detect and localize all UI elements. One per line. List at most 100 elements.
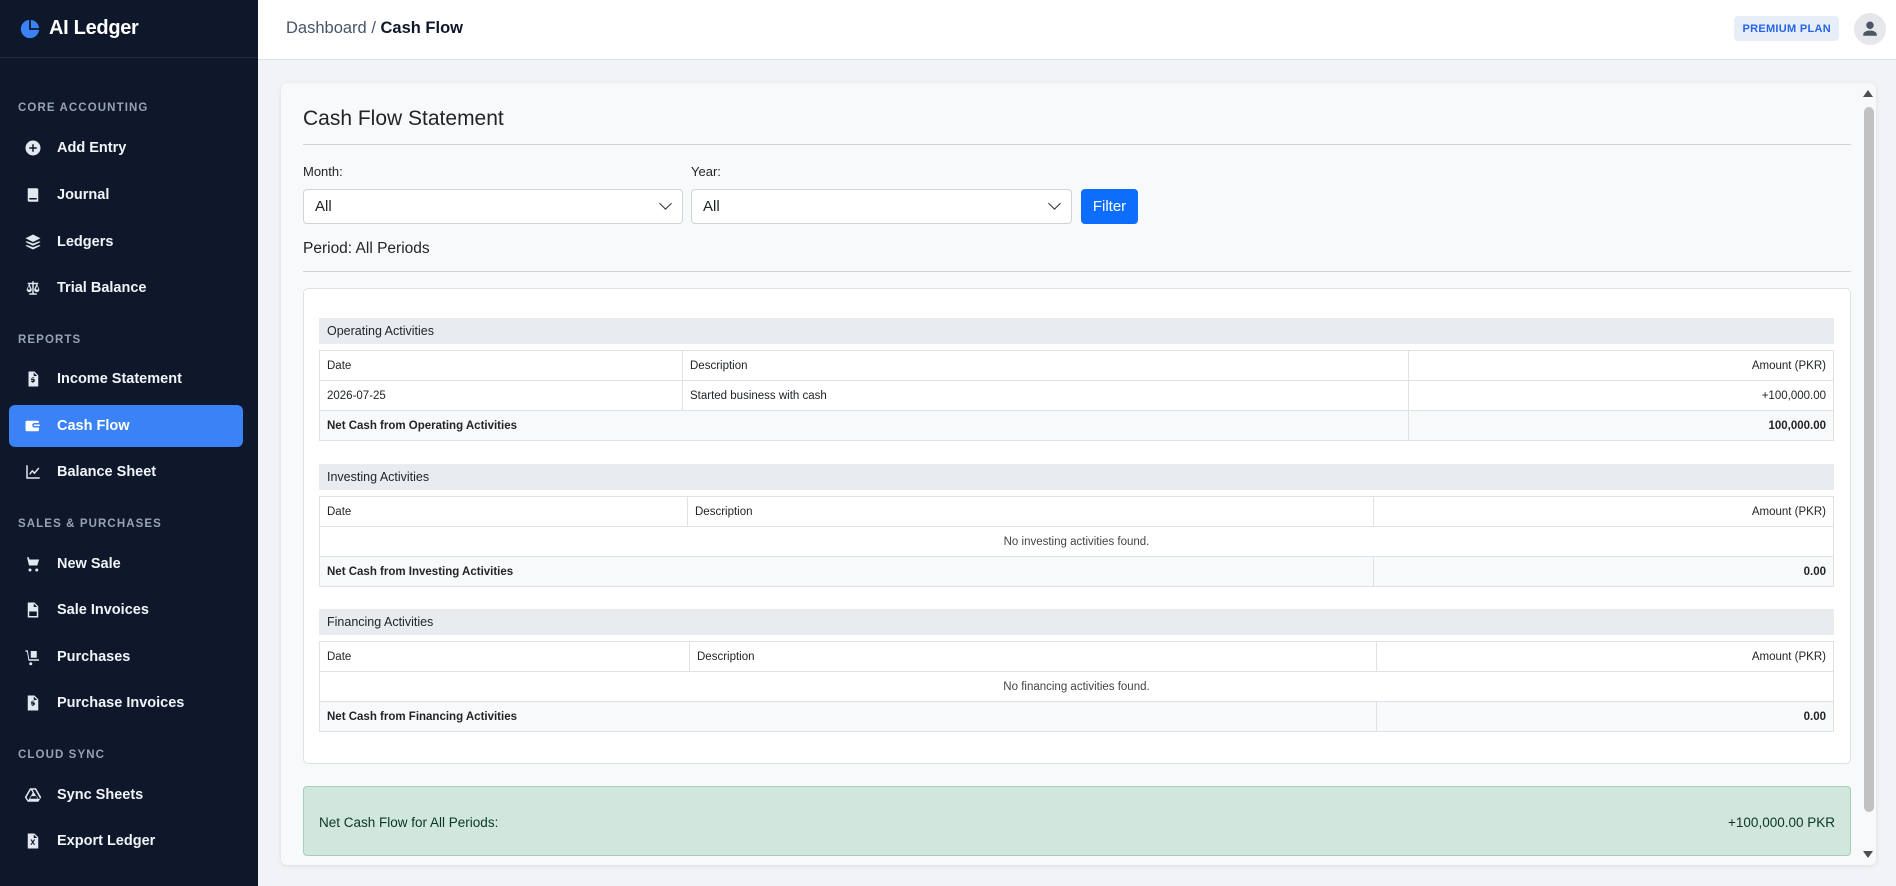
scroll-up-icon[interactable] (1863, 90, 1873, 97)
sidebar-item-label: Add Entry (57, 140, 127, 156)
operating-activities-heading: Operating Activities (319, 318, 1834, 344)
brand[interactable]: AI Ledger (0, 0, 258, 58)
column-header-amount: Amount (PKR) (1376, 641, 1834, 672)
year-label: Year: (691, 164, 721, 179)
sidebar-item-purchases[interactable]: Purchases (9, 636, 243, 678)
scrollbar[interactable] (1862, 83, 1876, 865)
file-excel-icon (24, 832, 42, 850)
financing-activities-table: Date Description Amount (PKR) No financi… (319, 641, 1834, 732)
chevron-down-icon (659, 197, 672, 210)
sidebar-item-purchase-invoices[interactable]: Purchase Invoices (9, 682, 243, 724)
sidebar-item-sale-invoices[interactable]: Sale Invoices (9, 589, 243, 631)
table-header-row: Date Description Amount (PKR) (319, 641, 1834, 672)
column-header-description: Description (689, 641, 1377, 672)
cart-icon (24, 555, 42, 573)
column-header-amount: Amount (PKR) (1408, 350, 1834, 381)
breadcrumb-root[interactable]: Dashboard (286, 19, 367, 37)
sidebar: AI Ledger CORE ACCOUNTING Add Entry Jour… (0, 0, 258, 886)
breadcrumb: Dashboard / Cash Flow (286, 19, 463, 38)
total-value: 0.00 (1376, 701, 1834, 732)
divider (303, 271, 1851, 272)
section-reports: REPORTS (18, 334, 82, 346)
breadcrumb-current: Cash Flow (380, 19, 464, 37)
book-icon (24, 186, 42, 204)
section-cloud-sync: CLOUD SYNC (18, 749, 106, 761)
table-header-row: Date Description Amount (PKR) (319, 350, 1834, 381)
investing-activities-table: Date Description Amount (PKR) No investi… (319, 496, 1834, 587)
financing-activities-heading: Financing Activities (319, 609, 1834, 635)
layers-icon (24, 233, 42, 251)
sidebar-item-ledgers[interactable]: Ledgers (9, 221, 243, 263)
total-label: Net Cash from Operating Activities (319, 410, 1409, 441)
sidebar-item-label: New Sale (57, 556, 121, 572)
investing-activities-heading: Investing Activities (319, 464, 1834, 490)
plan-badge: PREMIUM PLAN (1734, 16, 1839, 41)
total-row: Net Cash from Operating Activities 100,0… (319, 410, 1834, 441)
year-select[interactable]: All (691, 189, 1072, 224)
sidebar-item-trial-balance[interactable]: Trial Balance (9, 267, 243, 309)
plus-circle-icon (24, 139, 42, 157)
sidebar-item-label: Ledgers (57, 234, 114, 250)
total-row: Net Cash from Financing Activities 0.00 (319, 701, 1834, 732)
sidebar-item-balance-sheet[interactable]: Balance Sheet (9, 451, 243, 493)
sidebar-item-income-statement[interactable]: Income Statement (9, 358, 243, 400)
file-pkr-icon (24, 601, 42, 619)
empty-message: No investing activities found. (319, 526, 1834, 557)
operating-activities-table: Date Description Amount (PKR) 2026-07-25… (319, 350, 1834, 441)
month-select-value: All (315, 198, 332, 215)
sidebar-item-label: Purchase Invoices (57, 695, 185, 711)
sidebar-item-new-sale[interactable]: New Sale (9, 543, 243, 585)
table-row: No financing activities found. (319, 671, 1834, 702)
sidebar-item-label: Sale Invoices (57, 602, 149, 618)
total-label: Net Cash from Financing Activities (319, 701, 1377, 732)
empty-message: No financing activities found. (319, 671, 1834, 702)
month-label: Month: (303, 164, 343, 179)
period-label: Period: All Periods (303, 240, 430, 257)
sidebar-item-label: Trial Balance (57, 280, 147, 296)
chart-icon (24, 463, 42, 481)
drive-icon (24, 786, 42, 804)
table-header-row: Date Description Amount (PKR) (319, 496, 1834, 527)
sidebar-item-label: Purchases (57, 649, 131, 665)
scroll-thumb[interactable] (1864, 107, 1874, 812)
sidebar-item-sync-sheets[interactable]: Sync Sheets (9, 774, 243, 816)
section-core-accounting: CORE ACCOUNTING (18, 102, 149, 114)
section-sales-purchases: SALES & PURCHASES (18, 518, 162, 530)
total-value: 0.00 (1373, 556, 1834, 587)
total-row: Net Cash from Investing Activities 0.00 (319, 556, 1834, 587)
user-avatar[interactable] (1854, 13, 1886, 45)
scroll-down-icon[interactable] (1863, 851, 1873, 858)
cash-flow-report: Operating Activities Date Description Am… (303, 288, 1851, 764)
user-icon (1863, 21, 1877, 36)
column-header-date: Date (319, 496, 688, 527)
chevron-down-icon (1048, 197, 1061, 210)
column-header-description: Description (687, 496, 1374, 527)
sidebar-item-journal[interactable]: Journal (9, 174, 243, 216)
sidebar-item-cash-flow[interactable]: Cash Flow (9, 405, 243, 447)
pie-chart-icon (20, 19, 40, 38)
filter-button[interactable]: Filter (1081, 189, 1138, 224)
sidebar-item-label: Export Ledger (57, 833, 156, 849)
row-description: Started business with cash (682, 380, 1409, 411)
topbar: Dashboard / Cash Flow PREMIUM PLAN (258, 0, 1896, 60)
net-cash-flow-label: Net Cash Flow for All Periods: (319, 815, 499, 830)
row-date: 2026-07-25 (319, 380, 683, 411)
row-amount: +100,000.00 (1408, 380, 1834, 411)
sidebar-item-label: Cash Flow (57, 418, 130, 434)
breadcrumb-separator: / (366, 19, 381, 37)
year-select-value: All (703, 198, 720, 215)
net-cash-flow-alert: Net Cash Flow for All Periods: +100,000.… (303, 786, 1851, 856)
sidebar-item-label: Income Statement (57, 371, 182, 387)
scale-icon (24, 279, 42, 297)
sidebar-item-label: Balance Sheet (57, 464, 157, 480)
column-header-description: Description (682, 350, 1409, 381)
file-dollar-icon (24, 694, 42, 712)
divider (303, 144, 1851, 145)
month-select[interactable]: All (303, 189, 683, 224)
total-value: 100,000.00 (1408, 410, 1834, 441)
wallet-icon (24, 417, 42, 435)
sidebar-item-add-entry[interactable]: Add Entry (9, 127, 243, 169)
table-row: No investing activities found. (319, 526, 1834, 557)
app-name: AI Ledger (49, 17, 139, 39)
sidebar-item-export-ledger[interactable]: Export Ledger (9, 820, 243, 862)
